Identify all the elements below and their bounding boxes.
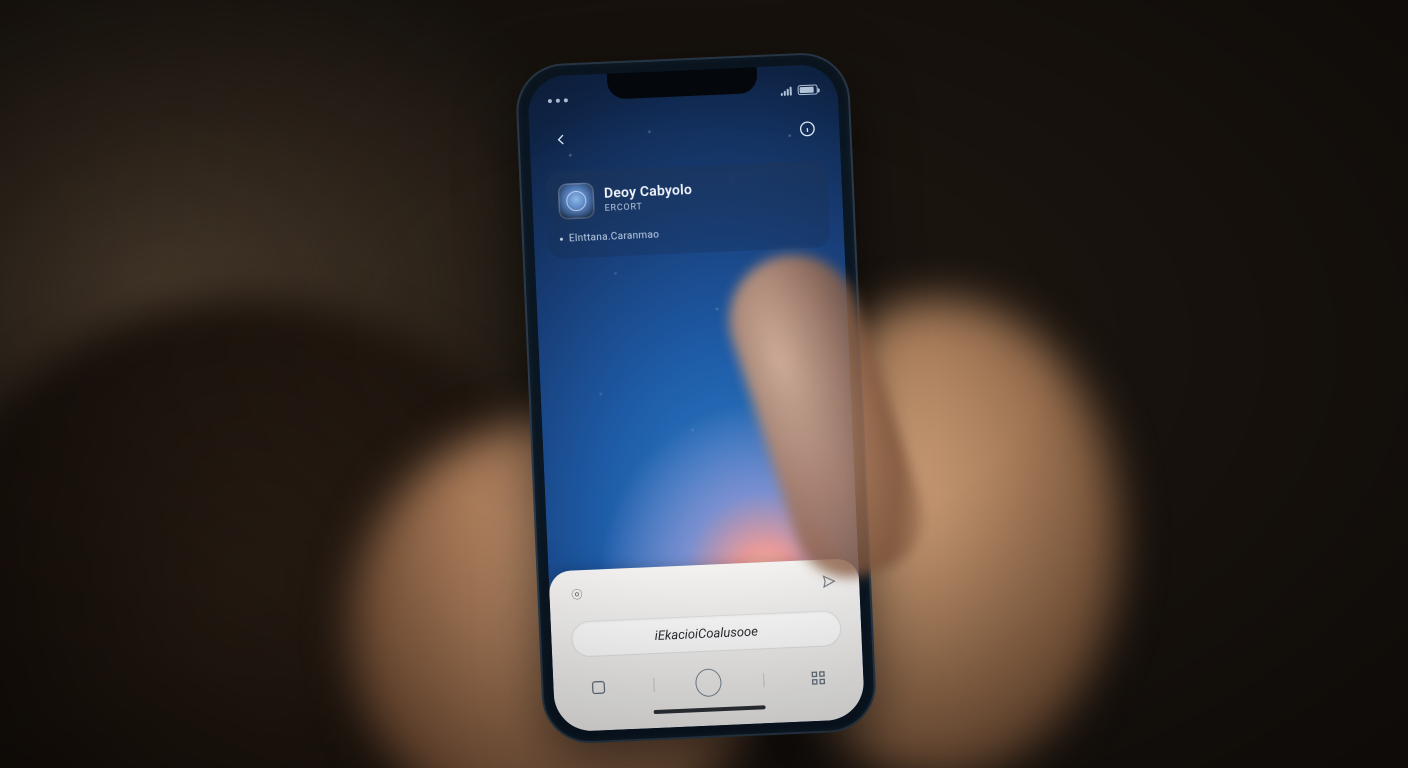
profile-card[interactable]: Deoy Cabyolo ERCORT Elnttana.Caranmao — [545, 160, 831, 259]
menu-icon — [588, 677, 609, 698]
card-meta: Elnttana.Caranmao — [560, 223, 818, 245]
card-title: Deoy Cabyolo — [604, 182, 693, 202]
status-left — [548, 98, 568, 103]
grid-icon — [808, 668, 829, 689]
signal-icon — [780, 86, 791, 95]
card-meta-text: Elnttana.Caranmao — [569, 229, 660, 244]
app-avatar-icon — [558, 182, 596, 220]
sheet-top-left[interactable]: ⓞ — [571, 586, 584, 603]
home-indicator[interactable] — [654, 705, 766, 714]
nav-home-button[interactable] — [695, 669, 722, 696]
message-input[interactable]: iEkacioiCoalusooe — [571, 610, 842, 658]
bottom-sheet: ⓞ iEkacioiCoalusooe — [548, 558, 865, 732]
status-dot-icon — [556, 99, 560, 103]
input-placeholder: iEkacioiCoalusooe — [654, 624, 758, 643]
status-right — [780, 84, 817, 96]
chevron-left-icon — [552, 130, 571, 149]
dot-icon — [560, 238, 563, 241]
nav-grid-button[interactable] — [805, 664, 832, 691]
info-icon — [798, 120, 817, 139]
nav-separator — [653, 678, 655, 692]
info-button[interactable] — [793, 114, 822, 143]
status-dot-icon — [548, 99, 552, 103]
nav-separator — [763, 673, 765, 687]
back-button[interactable] — [547, 125, 576, 154]
nav-menu-button[interactable] — [585, 674, 612, 701]
battery-icon — [797, 84, 817, 95]
bottom-nav — [567, 664, 850, 702]
circle-icon — [695, 668, 722, 697]
status-dot-icon — [564, 98, 568, 102]
card-subtitle: ERCORT — [604, 200, 692, 214]
